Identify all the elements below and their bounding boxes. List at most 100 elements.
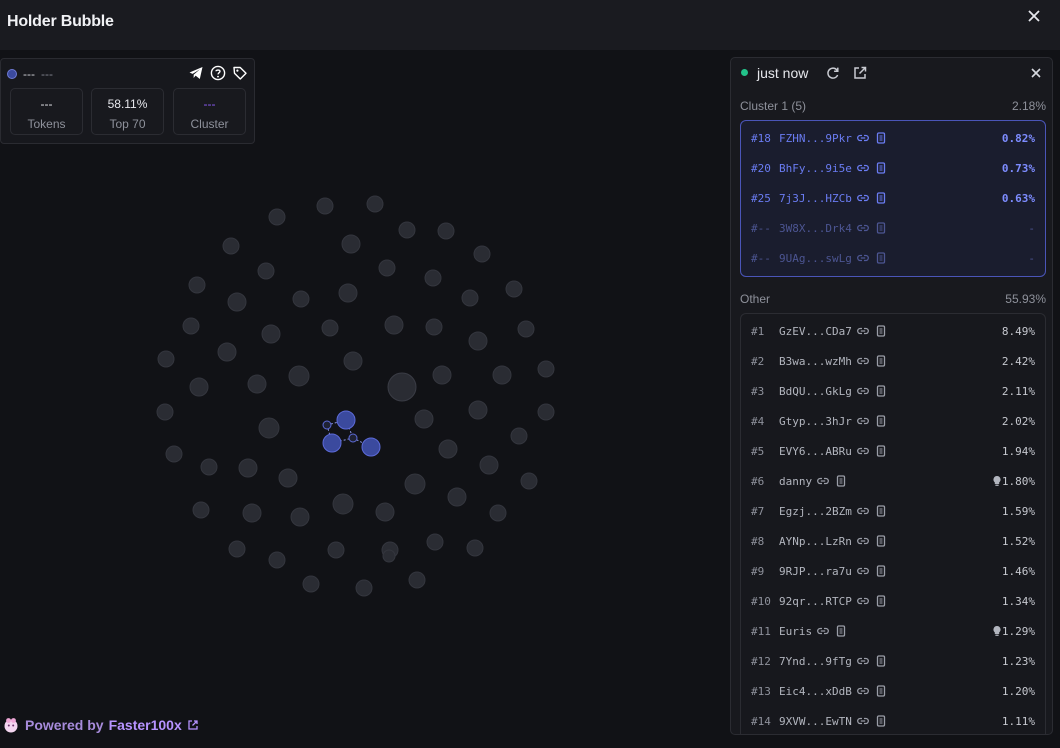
holder-bubble[interactable] xyxy=(338,283,358,303)
link-icon[interactable] xyxy=(856,384,870,398)
holder-bubble[interactable] xyxy=(341,234,361,254)
holder-address[interactable]: 9UAg...swLg xyxy=(779,252,852,265)
cluster-holder-row[interactable]: #25 7j3J...HZCb 0.63% xyxy=(741,188,1045,208)
holder-address[interactable]: Eic4...xDdB xyxy=(779,685,852,698)
holder-address[interactable]: 92qr...RTCP xyxy=(779,595,852,608)
holder-bubble[interactable] xyxy=(327,541,345,559)
cluster-holder-row[interactable]: #18 FZHN...9Pkr 0.82% xyxy=(741,128,1045,148)
holder-bubble[interactable] xyxy=(425,318,443,336)
cluster-bubble[interactable] xyxy=(336,410,356,430)
holder-bubble[interactable] xyxy=(466,539,484,557)
holder-bubble[interactable] xyxy=(492,365,512,385)
holder-bubble[interactable] xyxy=(165,445,183,463)
link-icon[interactable] xyxy=(856,444,870,458)
link-icon[interactable] xyxy=(816,624,830,638)
other-holder-row[interactable]: #13 Eic4...xDdB 1.20% xyxy=(741,681,1045,701)
bubble-map[interactable] xyxy=(0,50,730,748)
holder-bubble[interactable] xyxy=(157,350,175,368)
holder-bubble[interactable] xyxy=(321,319,339,337)
holder-address[interactable]: 9RJP...ra7u xyxy=(779,565,852,578)
bubble-map-canvas[interactable] xyxy=(0,50,730,748)
help-icon[interactable] xyxy=(210,65,226,81)
holder-address[interactable]: B3wa...wzMh xyxy=(779,355,852,368)
link-icon[interactable] xyxy=(856,191,870,205)
open-external-icon[interactable] xyxy=(852,65,868,81)
holder-bubble[interactable] xyxy=(473,245,491,263)
cluster-holder-row[interactable]: #-- 9UAg...swLg - xyxy=(741,248,1045,268)
holder-bubble[interactable] xyxy=(261,324,281,344)
copy-icon[interactable] xyxy=(874,354,888,368)
cluster-holder-row[interactable]: #20 BhFy...9i5e 0.73% xyxy=(741,158,1045,178)
holder-bubble[interactable] xyxy=(278,468,298,488)
holder-bubble[interactable] xyxy=(537,403,555,421)
holder-bubble[interactable] xyxy=(290,507,310,527)
holder-bubble[interactable] xyxy=(247,374,267,394)
holder-bubble[interactable] xyxy=(242,503,262,523)
other-holder-row[interactable]: #5 EVY6...ABRu 1.94% xyxy=(741,441,1045,461)
holder-bubble[interactable] xyxy=(438,439,458,459)
link-icon[interactable] xyxy=(816,474,830,488)
holder-bubble[interactable] xyxy=(292,290,310,308)
holder-bubble[interactable] xyxy=(217,342,237,362)
holder-bubble[interactable] xyxy=(268,551,286,569)
cluster-bubble[interactable] xyxy=(361,437,381,457)
holder-bubble[interactable] xyxy=(468,331,488,351)
other-holder-row[interactable]: #7 Egzj...2BZm 1.59% xyxy=(741,501,1045,521)
copy-icon[interactable] xyxy=(834,624,848,638)
holder-address[interactable]: FZHN...9Pkr xyxy=(779,132,852,145)
holder-address[interactable]: Gtyp...3hJr xyxy=(779,415,852,428)
close-window-icon[interactable] xyxy=(1024,6,1044,26)
holder-bubble[interactable] xyxy=(182,317,200,335)
link-icon[interactable] xyxy=(856,324,870,338)
copy-icon[interactable] xyxy=(874,654,888,668)
holder-bubble[interactable] xyxy=(228,540,246,558)
holder-bubble[interactable] xyxy=(258,417,280,439)
holder-bubble[interactable] xyxy=(192,501,210,519)
holder-bubble[interactable] xyxy=(437,222,455,240)
holder-address[interactable]: Euris xyxy=(779,625,812,638)
holder-bubble[interactable] xyxy=(468,400,488,420)
holder-bubble[interactable] xyxy=(382,549,396,563)
holder-bubble[interactable] xyxy=(479,455,499,475)
other-holder-row[interactable]: #9 9RJP...ra7u 1.46% xyxy=(741,561,1045,581)
link-icon[interactable] xyxy=(856,534,870,548)
holder-bubble[interactable] xyxy=(378,259,396,277)
link-icon[interactable] xyxy=(856,714,870,728)
other-holder-row[interactable]: #12 7Ynd...9fTg 1.23% xyxy=(741,651,1045,671)
top-holder-bubble[interactable] xyxy=(387,372,417,402)
refresh-icon[interactable] xyxy=(825,65,841,81)
holder-bubble[interactable] xyxy=(366,195,384,213)
copy-icon[interactable] xyxy=(874,384,888,398)
holder-bubble[interactable] xyxy=(432,365,452,385)
powered-by-link[interactable]: Powered by Faster100x xyxy=(2,716,199,734)
copy-icon[interactable] xyxy=(874,161,888,175)
holder-bubble[interactable] xyxy=(398,221,416,239)
copy-icon[interactable] xyxy=(874,131,888,145)
cluster-bubble[interactable] xyxy=(322,433,342,453)
copy-icon[interactable] xyxy=(874,564,888,578)
copy-icon[interactable] xyxy=(874,191,888,205)
holder-bubble[interactable] xyxy=(447,487,467,507)
other-list[interactable]: #1 GzEV...CDa7 8.49% #2 B3wa...wzMh 2.42% #3 Bd… xyxy=(740,313,1046,734)
copy-icon[interactable] xyxy=(874,221,888,235)
holder-address[interactable]: 9XVW...EwTN xyxy=(779,715,852,728)
holder-address[interactable]: Egzj...2BZm xyxy=(779,505,852,518)
link-icon[interactable] xyxy=(856,594,870,608)
other-holder-row[interactable]: #14 9XVW...EwTN 1.11% xyxy=(741,711,1045,731)
holder-bubble[interactable] xyxy=(288,365,310,387)
other-holder-row[interactable]: #6 danny 1.80% xyxy=(741,471,1045,491)
holder-bubble[interactable] xyxy=(520,472,538,490)
holder-address[interactable]: danny xyxy=(779,475,812,488)
link-icon[interactable] xyxy=(856,414,870,428)
other-holder-row[interactable]: #4 Gtyp...3hJr 2.02% xyxy=(741,411,1045,431)
other-holder-row[interactable]: #8 AYNp...LzRn 1.52% xyxy=(741,531,1045,551)
holder-address[interactable]: 3W8X...Drk4 xyxy=(779,222,852,235)
holder-bubble[interactable] xyxy=(375,502,395,522)
holder-address[interactable]: EVY6...ABRu xyxy=(779,445,852,458)
holder-bubble[interactable] xyxy=(343,351,363,371)
other-holder-row[interactable]: #1 GzEV...CDa7 8.49% xyxy=(741,321,1045,341)
holder-bubble[interactable] xyxy=(227,292,247,312)
holder-bubble[interactable] xyxy=(505,280,523,298)
copy-icon[interactable] xyxy=(874,534,888,548)
link-icon[interactable] xyxy=(856,131,870,145)
